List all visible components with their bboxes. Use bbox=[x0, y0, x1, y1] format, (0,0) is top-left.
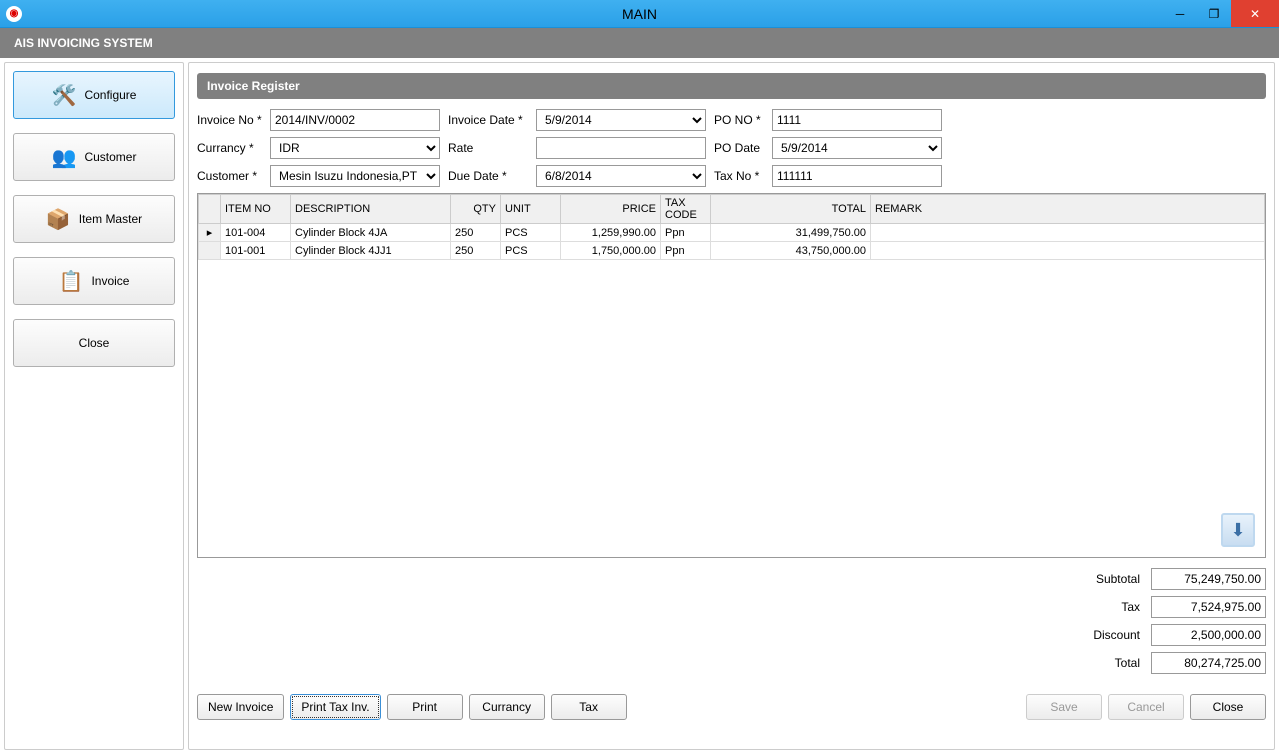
col-remark[interactable]: REMARK bbox=[871, 195, 1265, 224]
cell-item-no[interactable]: 101-004 bbox=[221, 224, 291, 242]
scroll-down-button[interactable]: ⬇ bbox=[1221, 513, 1255, 547]
table-row[interactable]: 101-001 Cylinder Block 4JJ1 250 PCS 1,75… bbox=[199, 242, 1265, 260]
totals-section: Subtotal Tax Discount Total bbox=[197, 568, 1266, 674]
cell-total[interactable]: 43,750,000.00 bbox=[711, 242, 871, 260]
sidebar-item-label: Close bbox=[79, 336, 110, 350]
tax-button[interactable]: Tax bbox=[551, 694, 627, 720]
sidebar-item-invoice[interactable]: 📋 Invoice bbox=[13, 257, 175, 305]
po-no-label: PO NO * bbox=[714, 113, 764, 127]
line-items-grid[interactable]: ITEM NO DESCRIPTION QTY UNIT PRICE TAX C… bbox=[197, 193, 1266, 558]
action-buttons: New Invoice Print Tax Inv. Print Curranc… bbox=[197, 694, 1266, 720]
sidebar-item-label: Configure bbox=[84, 88, 136, 102]
window-controls: ─ ❐ ✕ bbox=[1163, 0, 1279, 27]
sidebar-item-customer[interactable]: 👥 Customer bbox=[13, 133, 175, 181]
cell-unit[interactable]: PCS bbox=[501, 242, 561, 260]
panel-title: Invoice Register bbox=[197, 73, 1266, 99]
sidebar: 🛠️ Configure 👥 Customer 📦 Item Master 📋 … bbox=[4, 62, 184, 750]
table-row[interactable]: ▸ 101-004 Cylinder Block 4JA 250 PCS 1,2… bbox=[199, 224, 1265, 242]
sidebar-item-label: Customer bbox=[84, 150, 136, 164]
due-date-select[interactable]: 6/8/2014 bbox=[536, 165, 706, 187]
cell-remark[interactable] bbox=[871, 224, 1265, 242]
cell-qty[interactable]: 250 bbox=[451, 224, 501, 242]
cell-description[interactable]: Cylinder Block 4JA bbox=[291, 224, 451, 242]
invoice-date-label: Invoice Date * bbox=[448, 113, 528, 127]
discount-field[interactable] bbox=[1151, 624, 1266, 646]
tax-field[interactable] bbox=[1151, 596, 1266, 618]
total-label: Total bbox=[1115, 656, 1146, 670]
invoice-date-select[interactable]: 5/9/2014 bbox=[536, 109, 706, 131]
invoice-form: Invoice No * Invoice Date * 5/9/2014 PO … bbox=[197, 109, 1266, 187]
currency-label: Currancy * bbox=[197, 141, 262, 155]
discount-label: Discount bbox=[1093, 628, 1146, 642]
new-invoice-button[interactable]: New Invoice bbox=[197, 694, 284, 720]
col-description[interactable]: DESCRIPTION bbox=[291, 195, 451, 224]
customer-icon: 👥 bbox=[52, 145, 77, 170]
sidebar-item-close[interactable]: Close bbox=[13, 319, 175, 367]
grid-header-row: ITEM NO DESCRIPTION QTY UNIT PRICE TAX C… bbox=[199, 195, 1265, 224]
cell-item-no[interactable]: 101-001 bbox=[221, 242, 291, 260]
currency-button[interactable]: Currancy bbox=[469, 694, 545, 720]
po-date-label: PO Date bbox=[714, 141, 764, 155]
sidebar-item-label: Item Master bbox=[79, 212, 142, 226]
close-window-button[interactable]: ✕ bbox=[1231, 0, 1279, 27]
cancel-button: Cancel bbox=[1108, 694, 1184, 720]
arrow-down-icon: ⬇ bbox=[1230, 520, 1245, 541]
rate-label: Rate bbox=[448, 141, 528, 155]
window-title: MAIN bbox=[622, 6, 657, 22]
col-total[interactable]: TOTAL bbox=[711, 195, 871, 224]
cell-description[interactable]: Cylinder Block 4JJ1 bbox=[291, 242, 451, 260]
sidebar-item-configure[interactable]: 🛠️ Configure bbox=[13, 71, 175, 119]
sidebar-item-label: Invoice bbox=[91, 274, 129, 288]
subtotal-label: Subtotal bbox=[1096, 572, 1146, 586]
col-price[interactable]: PRICE bbox=[561, 195, 661, 224]
rate-input[interactable] bbox=[536, 137, 706, 159]
close-button[interactable]: Close bbox=[1190, 694, 1266, 720]
invoice-no-input[interactable] bbox=[270, 109, 440, 131]
total-field[interactable] bbox=[1151, 652, 1266, 674]
tax-no-input[interactable] bbox=[772, 165, 942, 187]
customer-label: Customer * bbox=[197, 169, 262, 183]
app-title: AIS INVOICING SYSTEM bbox=[14, 36, 153, 50]
cell-qty[interactable]: 250 bbox=[451, 242, 501, 260]
sidebar-item-item-master[interactable]: 📦 Item Master bbox=[13, 195, 175, 243]
cell-total[interactable]: 31,499,750.00 bbox=[711, 224, 871, 242]
tax-no-label: Tax No * bbox=[714, 169, 764, 183]
app-header: AIS INVOICING SYSTEM bbox=[0, 28, 1279, 58]
main-panel: Invoice Register Invoice No * Invoice Da… bbox=[188, 62, 1275, 750]
row-indicator: ▸ bbox=[199, 224, 221, 242]
minimize-button[interactable]: ─ bbox=[1163, 0, 1197, 27]
due-date-label: Due Date * bbox=[448, 169, 528, 183]
currency-select[interactable]: IDR bbox=[270, 137, 440, 159]
invoice-icon: 📋 bbox=[59, 269, 84, 294]
maximize-button[interactable]: ❐ bbox=[1197, 0, 1231, 27]
cell-unit[interactable]: PCS bbox=[501, 224, 561, 242]
window-titlebar: ◉ MAIN ─ ❐ ✕ bbox=[0, 0, 1279, 28]
row-indicator bbox=[199, 242, 221, 260]
row-selector-header bbox=[199, 195, 221, 224]
col-unit[interactable]: UNIT bbox=[501, 195, 561, 224]
cell-price[interactable]: 1,750,000.00 bbox=[561, 242, 661, 260]
print-tax-invoice-button[interactable]: Print Tax Inv. bbox=[290, 694, 380, 720]
col-item-no[interactable]: ITEM NO bbox=[221, 195, 291, 224]
app-icon: ◉ bbox=[6, 6, 22, 22]
cell-remark[interactable] bbox=[871, 242, 1265, 260]
col-qty[interactable]: QTY bbox=[451, 195, 501, 224]
save-button: Save bbox=[1026, 694, 1102, 720]
customer-select[interactable]: Mesin Isuzu Indonesia,PT bbox=[270, 165, 440, 187]
item-master-icon: 📦 bbox=[46, 207, 71, 232]
print-button[interactable]: Print bbox=[387, 694, 463, 720]
po-no-input[interactable] bbox=[772, 109, 942, 131]
subtotal-field[interactable] bbox=[1151, 568, 1266, 590]
tax-label: Tax bbox=[1121, 600, 1146, 614]
po-date-select[interactable]: 5/9/2014 bbox=[772, 137, 942, 159]
col-tax-code[interactable]: TAX CODE bbox=[661, 195, 711, 224]
cell-tax-code[interactable]: Ppn bbox=[661, 224, 711, 242]
invoice-no-label: Invoice No * bbox=[197, 113, 262, 127]
configure-icon: 🛠️ bbox=[52, 83, 77, 108]
cell-tax-code[interactable]: Ppn bbox=[661, 242, 711, 260]
cell-price[interactable]: 1,259,990.00 bbox=[561, 224, 661, 242]
